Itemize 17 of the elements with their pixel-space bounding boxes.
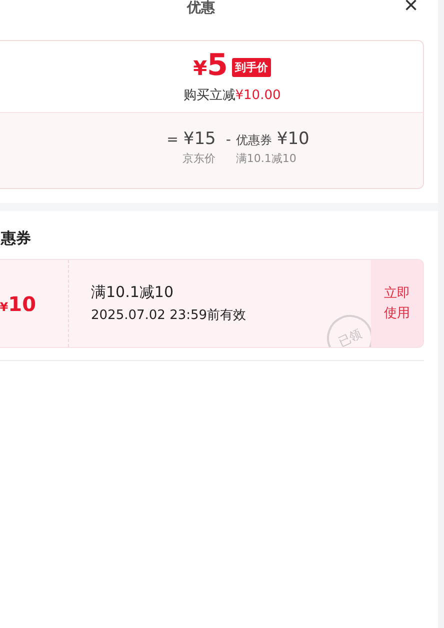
price-tag: 到手价 [232,58,271,76]
coupon-validity: 2025.07.02 23:59前有效 [91,307,248,324]
operator-sign: = [166,132,178,148]
sheet-title: 优惠 [187,0,215,16]
price-caption: 满10.1减10 [234,151,298,166]
coupon-amount: ¥10 [276,129,310,149]
close-button[interactable]: × [404,0,418,18]
use-now-button[interactable]: 立即使用 [371,260,423,347]
operator-sign: - [226,132,231,148]
final-price: ¥5 [193,51,228,83]
coupon-condition: 满10.1减10 [91,283,174,302]
coupon-label: 优惠券 [236,132,272,149]
section-title: 惠券 [1,229,32,248]
coupon-value: ¥10 [0,292,36,316]
saving-text: 购买立减¥10.00 [183,87,281,104]
list-price: ¥15 [183,129,216,149]
price-caption: 京东价 [182,151,216,166]
